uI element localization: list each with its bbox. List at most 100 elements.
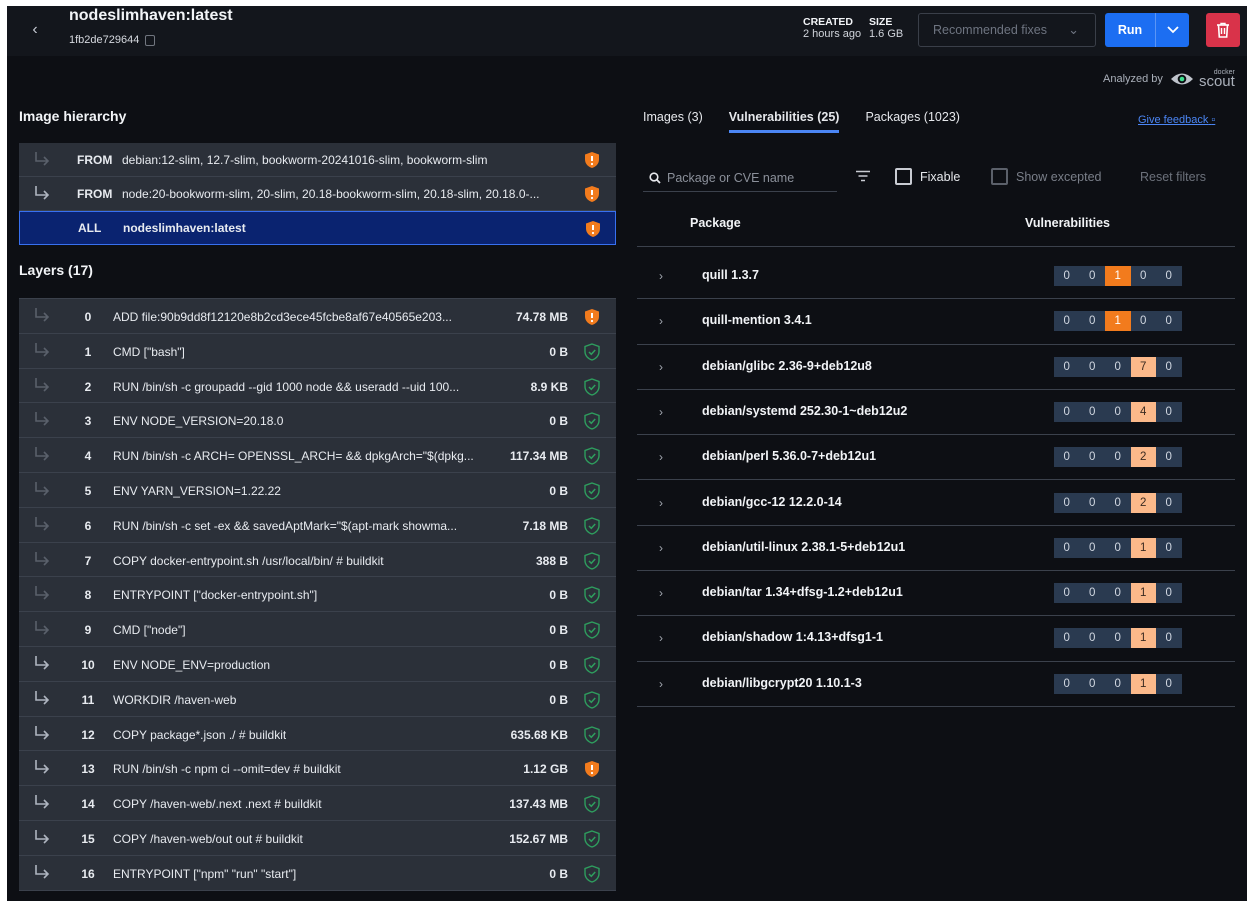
tab-packages[interactable]: Packages (1023) xyxy=(865,110,960,133)
layer-command: ADD file:90b9dd8f12120e8b2cd3ece45fcbe8a… xyxy=(113,310,452,324)
reset-filters-button[interactable]: Reset filters xyxy=(1140,170,1206,184)
sub-arrow-icon xyxy=(33,864,51,883)
layer-row[interactable]: 8 ENTRYPOINT ["docker-entrypoint.sh"] 0 B xyxy=(19,577,616,613)
search-placeholder: Package or CVE name xyxy=(667,170,795,185)
sub-arrow-icon xyxy=(33,307,51,326)
vuln-count-cell: 4 xyxy=(1130,401,1156,422)
layer-command: ENTRYPOINT ["docker-entrypoint.sh"] xyxy=(113,588,318,603)
sub-arrow-icon xyxy=(33,342,51,361)
check-shield-icon xyxy=(584,725,600,747)
show-excepted-checkbox[interactable]: Show excepted xyxy=(991,168,1101,185)
run-button[interactable]: Run xyxy=(1105,13,1156,47)
layer-row[interactable]: 15 COPY /haven-web/out out # buildkit 152.… xyxy=(19,820,616,856)
expand-chevron-icon[interactable]: › xyxy=(659,586,663,600)
vuln-count-cell: 0 xyxy=(1079,356,1105,377)
run-options-chevron-icon[interactable] xyxy=(1156,13,1189,47)
layer-row[interactable]: 11 WORKDIR /haven-web 0 B xyxy=(19,681,616,717)
vulnerability-counts: 00100 xyxy=(1054,266,1182,286)
layer-size: 137.43 MB xyxy=(509,797,568,812)
fixable-checkbox[interactable]: Fixable xyxy=(895,168,960,185)
layer-row[interactable]: 4 RUN /bin/sh -c ARCH= OPENSSL_ARCH= && d… xyxy=(19,438,616,473)
vuln-count-cell: 0 xyxy=(1054,537,1080,558)
vuln-count-cell: 0 xyxy=(1105,401,1131,422)
size-meta: SIZE 1.6 GB xyxy=(869,16,903,40)
vulnerability-counts: 00100 xyxy=(1054,311,1182,332)
layer-index: 5 xyxy=(84,483,92,498)
package-name: debian/libgcrypt20 1.10.1-3 xyxy=(702,675,862,690)
layer-row[interactable]: 0 ADD file:90b9dd8f12120e8b2cd3ece45fcbe8… xyxy=(19,299,616,334)
hierarchy-row[interactable]: FROM debian:12-slim, 12.7-slim, bookworm… xyxy=(19,143,616,177)
give-feedback-link[interactable]: Give feedback ▫ xyxy=(1138,114,1215,126)
layer-index: 6 xyxy=(84,518,92,533)
hierarchy-row-selected[interactable]: ALL nodeslimhaven:latest xyxy=(19,211,616,245)
layer-row[interactable]: 6 RUN /bin/sh -c set -ex && savedAptMark=… xyxy=(19,507,616,543)
package-row[interactable]: › debian/tar 1.34+dfsg-1.2+deb12u1 0 0 0 1 0 xyxy=(637,571,1235,617)
sub-arrow-icon xyxy=(33,377,51,396)
package-name: quill 1.3.7 xyxy=(702,268,759,282)
vuln-count-cell: 0 xyxy=(1156,266,1182,286)
vuln-count-cell: 0 xyxy=(1156,583,1182,604)
layer-row[interactable]: 5 ENV YARN_VERSION=1.22.22 0 B xyxy=(19,472,616,508)
layer-row[interactable]: 2 RUN /bin/sh -c groupadd --gid 1000 node… xyxy=(19,368,616,404)
package-row[interactable]: › debian/gcc-12 12.2.0-14 0 0 0 2 0 xyxy=(637,481,1235,526)
tab-images[interactable]: Images (3) xyxy=(643,110,703,133)
layer-size: 0 B xyxy=(549,657,568,672)
image-title: nodeslimhaven:latest xyxy=(69,7,233,24)
expand-chevron-icon[interactable]: › xyxy=(659,450,663,464)
package-row[interactable]: › debian/glibc 2.36-9+deb12u8 0 0 0 7 0 xyxy=(637,345,1235,390)
layer-size: 0 B xyxy=(549,866,568,881)
sub-arrow-icon xyxy=(33,411,51,430)
filter-icon[interactable] xyxy=(855,170,871,185)
expand-chevron-icon[interactable]: › xyxy=(659,496,663,510)
layer-size: 8.9 KB xyxy=(530,379,568,394)
vuln-count-cell: 0 xyxy=(1054,628,1080,649)
layer-row[interactable]: 7 COPY docker-entrypoint.sh /usr/local/bi… xyxy=(19,542,616,578)
vuln-count-cell: 0 xyxy=(1054,311,1080,332)
image-id: 1fb2de729644 xyxy=(69,34,156,46)
layer-index: 10 xyxy=(81,657,95,672)
recommended-fixes-dropdown[interactable]: Recommended fixes ⌄ xyxy=(918,13,1096,47)
layer-row[interactable]: 3 ENV NODE_VERSION=20.18.0 0 B xyxy=(19,403,616,439)
layer-row[interactable]: 14 COPY /haven-web/.next .next # buildkit… xyxy=(19,786,616,821)
package-row[interactable]: › debian/systemd 252.30-1~deb12u2 0 0 0 4 0 xyxy=(637,390,1235,436)
tab-vulnerabilities[interactable]: Vulnerabilities (25) xyxy=(728,110,840,133)
delete-image-button[interactable] xyxy=(1206,13,1240,47)
package-row[interactable]: › debian/shadow 1:4.13+dfsg1-1 0 0 0 1 0 xyxy=(637,616,1235,662)
layer-row[interactable]: 10 ENV NODE_ENV=production 0 B xyxy=(19,646,616,682)
expand-chevron-icon[interactable]: › xyxy=(659,677,663,691)
expand-chevron-icon[interactable]: › xyxy=(659,541,663,555)
package-row[interactable]: › debian/libgcrypt20 1.10.1-3 0 0 0 1 0 xyxy=(637,662,1235,707)
hierarchy-row[interactable]: FROM node:20-bookworm-slim, 20-slim, 20.… xyxy=(19,177,616,211)
layer-row[interactable]: 16 ENTRYPOINT ["npm" "run" "start"] 0 B xyxy=(19,855,616,891)
check-shield-icon xyxy=(584,586,600,607)
layer-row[interactable]: 12 COPY package*.json ./ # buildkit 635.68… xyxy=(19,716,616,752)
back-chevron-icon[interactable]: ‹ xyxy=(25,20,45,40)
layer-command: ENV NODE_VERSION=20.18.0 xyxy=(113,414,284,429)
layer-command: COPY /haven-web/out out # buildkit xyxy=(113,831,303,846)
expand-chevron-icon[interactable]: › xyxy=(659,269,663,283)
package-row[interactable]: › quill-mention 3.4.1 0 0 1 0 0 xyxy=(637,299,1235,345)
copy-icon[interactable] xyxy=(145,34,156,46)
layer-command: ENTRYPOINT ["npm" "run" "start"] xyxy=(113,866,297,881)
package-row[interactable]: › quill 1.3.7 0 0 1 0 0 xyxy=(637,254,1235,300)
expand-chevron-icon[interactable]: › xyxy=(659,360,663,374)
package-row[interactable]: › debian/util-linux 2.38.1-5+deb12u1 0 0 0 1 0 xyxy=(637,526,1235,572)
layer-command: COPY /haven-web/.next .next # buildkit xyxy=(113,797,322,812)
layer-row[interactable]: 9 CMD ["node"] 0 B xyxy=(19,612,616,647)
expand-chevron-icon[interactable]: › xyxy=(659,314,663,328)
vuln-count-cell: 0 xyxy=(1079,673,1105,694)
size-label: SIZE xyxy=(869,16,893,28)
package-search-input[interactable]: Package or CVE name xyxy=(643,164,837,192)
layer-row[interactable]: 1 CMD ["bash"] 0 B xyxy=(19,333,616,369)
vuln-count-cell: 0 xyxy=(1079,583,1105,604)
layer-row[interactable]: 13 RUN /bin/sh -c npm ci --omit=dev # bui… xyxy=(19,751,616,787)
expand-chevron-icon[interactable]: › xyxy=(659,405,663,419)
package-row[interactable]: › debian/perl 5.36.0-7+deb12u1 0 0 0 2 0 xyxy=(637,435,1235,481)
expand-chevron-icon[interactable]: › xyxy=(659,631,663,645)
layer-size: 117.34 MB xyxy=(509,449,568,464)
vuln-count-cell: 1 xyxy=(1130,628,1156,649)
layer-index: 4 xyxy=(84,449,92,464)
vuln-count-cell: 2 xyxy=(1130,447,1156,468)
vuln-count-cell: 0 xyxy=(1079,628,1105,649)
vuln-count-cell: 0 xyxy=(1156,311,1182,332)
